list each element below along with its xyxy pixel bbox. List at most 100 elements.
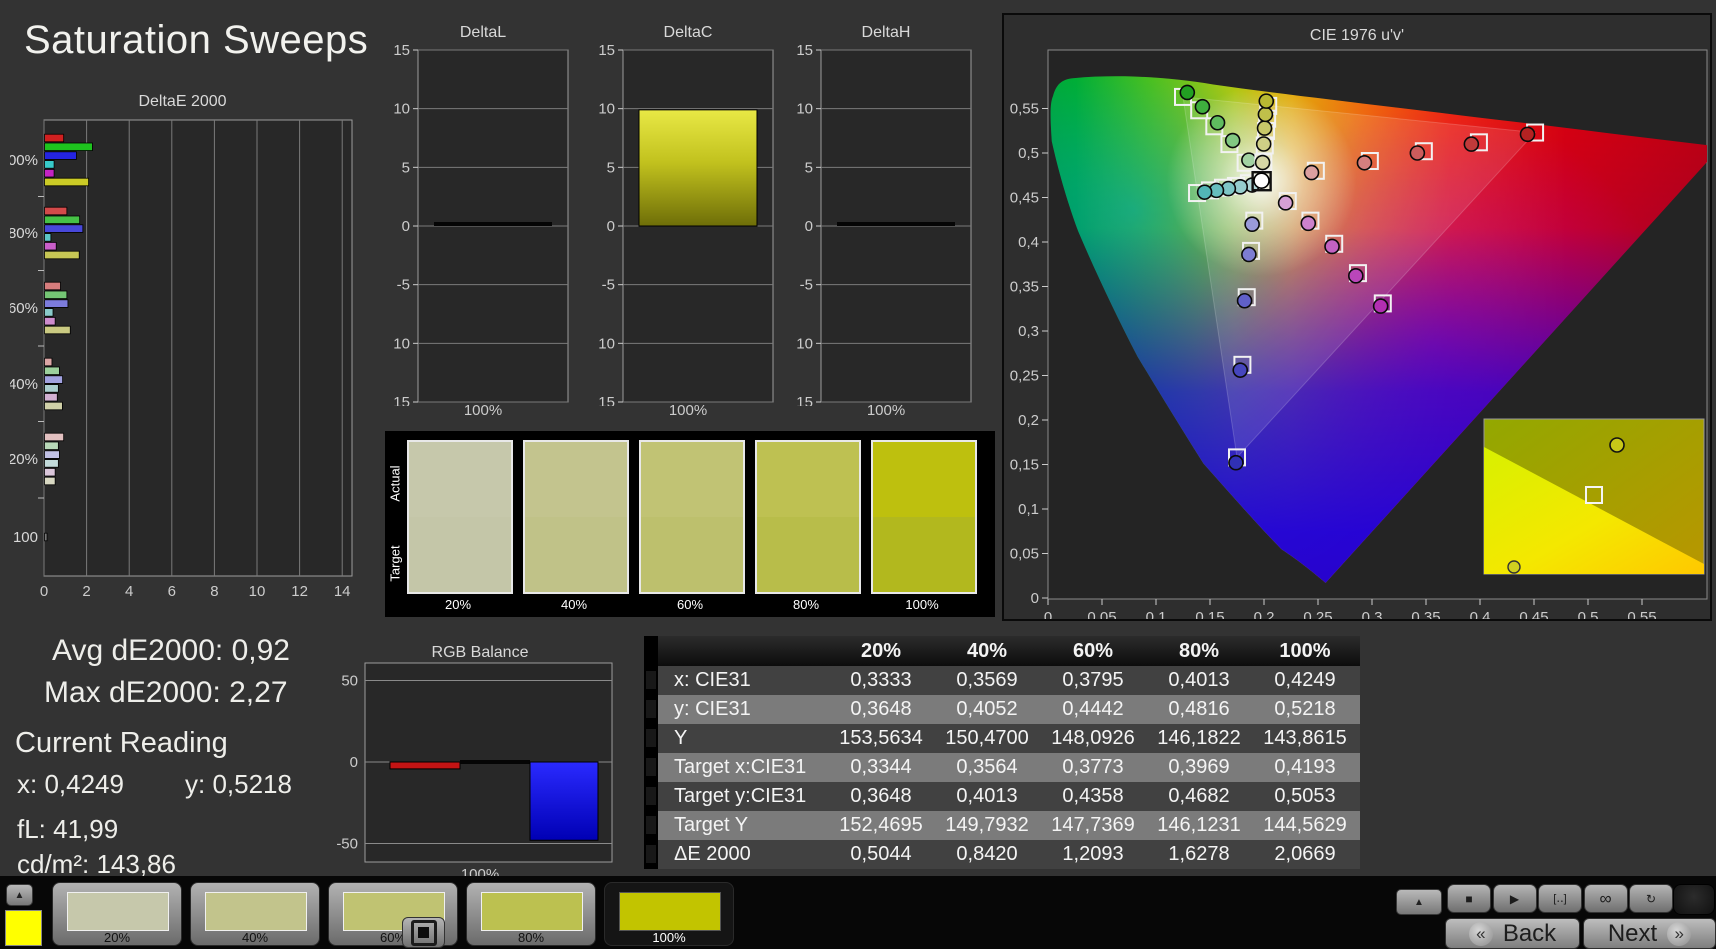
table-gutter-cell — [644, 782, 658, 811]
swatch-target-color — [409, 517, 511, 592]
swatch-20% — [407, 440, 513, 594]
table-value-cell: 0,8420 — [934, 840, 1040, 869]
patch-button-20%[interactable]: 20% — [52, 882, 182, 946]
table-row: Target x:CIE310,33440,35640,37730,39690,… — [644, 753, 1360, 782]
patch-color-chip — [205, 892, 307, 931]
delta-ytick-label: -5 — [800, 277, 813, 294]
cie-measured-point-blue — [1242, 247, 1256, 261]
loop-button[interactable]: ∞ — [1584, 884, 1628, 913]
cie-measured-point-blue — [1238, 294, 1252, 308]
rgb-red-bar — [390, 762, 460, 769]
deltah-chart: 151050-5-10-15 — [796, 24, 976, 406]
delta-ytick-label: 5 — [402, 159, 410, 176]
deltae-bar-green — [45, 442, 59, 450]
cie-xtick-label: 0,25 — [1303, 609, 1332, 619]
table-value-cell: 149,7932 — [934, 811, 1040, 840]
cie-measured-point-blue — [1245, 217, 1259, 231]
delta-ytick-label: -10 — [598, 335, 615, 352]
deltae-group-label: 40% — [10, 376, 38, 393]
cie-measured-point-magenta — [1349, 269, 1363, 283]
stop-button[interactable]: ■ — [1447, 884, 1491, 913]
deltae-group-label: 80% — [10, 225, 38, 242]
table-value-cell: 0,4682 — [1146, 782, 1252, 811]
delta-ytick-label: -10 — [393, 335, 410, 352]
target-row-label: Target — [385, 523, 405, 603]
patch-scroll-up-button[interactable]: ▲ — [6, 884, 33, 906]
back-button[interactable]: « Back — [1445, 918, 1580, 949]
table-value-cell: 0,3648 — [828, 782, 934, 811]
delta-ytick-label: 10 — [796, 101, 813, 118]
swatch-80% — [755, 440, 861, 594]
swatch-100% — [871, 440, 977, 594]
deltae-bar-magenta — [45, 169, 55, 177]
table-row: Target Y152,4695149,7932147,7369146,1231… — [644, 811, 1360, 840]
deltae-group-label: 20% — [10, 451, 38, 468]
deltae-bar-green — [45, 216, 80, 224]
table-header-cell: 20% — [828, 636, 934, 666]
calibration-app-window: Saturation Sweeps DeltaE 2000 0246810121… — [0, 0, 1716, 949]
cie-measured-point-green — [1226, 134, 1240, 148]
cie-measured-point-magenta — [1279, 196, 1293, 210]
table-gutter-mark — [646, 845, 656, 863]
table-value-cell: 1,6278 — [1146, 840, 1252, 869]
deltac-chart: 151050-5-10-15 — [598, 24, 778, 406]
deltae-xtick-label: 10 — [249, 583, 266, 599]
next-button[interactable]: Next » — [1583, 918, 1716, 949]
deltae-bar-red — [45, 282, 61, 290]
actual-target-swatch-panel: Actual Target 20%40%60%80%100% — [385, 431, 995, 617]
stop-pattern-button[interactable] — [402, 917, 445, 948]
swatch-actual-color — [757, 442, 859, 517]
table-value-cell: 0,5044 — [828, 840, 934, 869]
rgb-blue-bar — [530, 762, 598, 840]
cie-ytick-label: 0,4 — [1018, 234, 1039, 251]
patch-color-chip — [619, 892, 721, 931]
table-row-label: Target Y — [658, 811, 828, 840]
table-row: Y153,5634150,4700148,0926146,1822143,861… — [644, 724, 1360, 753]
swatch-target-color — [641, 517, 743, 592]
table-value-cell: 148,0926 — [1040, 724, 1146, 753]
cie-ytick-label: 0,5 — [1018, 145, 1039, 162]
table-value-cell: 0,3344 — [828, 753, 934, 782]
play-button[interactable]: ▶ — [1493, 884, 1537, 913]
deltae-bar-cyan — [45, 161, 55, 169]
cie-measured-point-green — [1242, 153, 1256, 167]
table-gutter-mark — [646, 671, 656, 689]
patch-button-40%[interactable]: 40% — [190, 882, 320, 946]
swatch-label: 80% — [753, 597, 859, 612]
table-value-cell: 150,4700 — [934, 724, 1040, 753]
table-value-cell: 146,1822 — [1146, 724, 1252, 753]
refresh-button[interactable]: ↻ — [1629, 884, 1673, 913]
actual-row-label: Actual — [385, 443, 405, 523]
deltae2000-chart: 02468101214100%80%60%40%20%100 — [10, 94, 355, 599]
table-gutter-mark — [646, 787, 656, 805]
cie-measured-point-yellow — [1258, 121, 1272, 135]
cie-xtick-label: 0,05 — [1087, 609, 1116, 619]
pattern-icon: [‥] — [1553, 892, 1566, 905]
deltac-xaxis-label: 100% — [598, 402, 778, 419]
table-value-cell: 0,3564 — [934, 753, 1040, 782]
table-gutter-cell — [644, 811, 658, 840]
table-gutter-cell — [644, 724, 658, 753]
cie-measured-point-blue — [1233, 363, 1247, 377]
patch-button-100%[interactable]: 100% — [604, 882, 734, 946]
table-header-cell: 100% — [1252, 636, 1358, 666]
table-gutter-mark — [646, 729, 656, 747]
patch-button-label: 40% — [191, 930, 319, 945]
rgb-ytick-label: 50 — [341, 673, 358, 690]
delta-ytick-label: 15 — [393, 42, 410, 59]
table-gutter-mark — [646, 758, 656, 776]
swatch-target-color — [525, 517, 627, 592]
pattern-button[interactable]: [‥] — [1538, 884, 1582, 913]
table-header-row: 20%40%60%80%100% — [644, 636, 1360, 666]
patch-button-80%[interactable]: 80% — [466, 882, 596, 946]
cie-chart-title: CIE 1976 u'v' — [1004, 27, 1710, 45]
deltae-bar-cyan — [45, 309, 54, 317]
page-title: Saturation Sweeps — [24, 18, 368, 63]
cie-xtick-label: 0,3 — [1362, 609, 1383, 619]
cie-zoom-inset — [1484, 419, 1704, 574]
transport-scroll-up-button[interactable]: ▲ — [1396, 889, 1442, 915]
patch-button-label: 80% — [467, 930, 595, 945]
cie-ytick-label: 0,2 — [1018, 412, 1039, 429]
table-value-cell: 0,4013 — [1146, 666, 1252, 695]
current-fl-value: fL: 41,99 — [17, 814, 118, 845]
